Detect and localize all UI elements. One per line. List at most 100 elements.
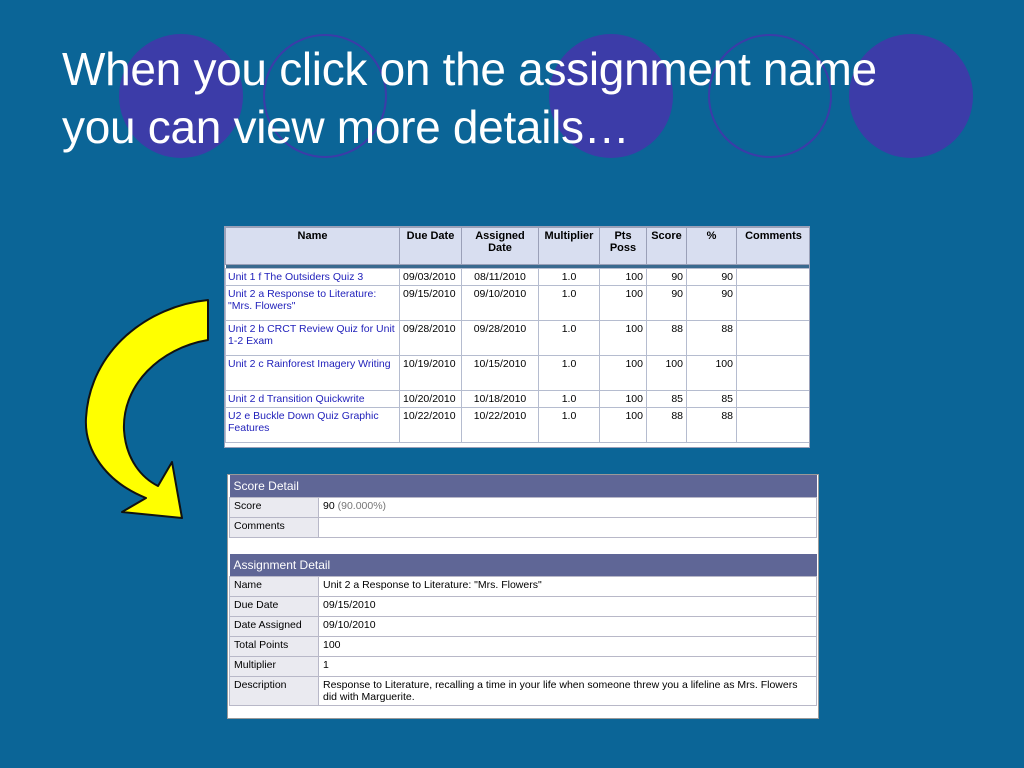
col-header-pts-line-2: Poss <box>609 242 637 254</box>
score-value: 90 <box>323 500 335 512</box>
due-date-cell: 10/20/2010 <box>399 390 462 408</box>
due-date-cell: 10/19/2010 <box>399 355 462 391</box>
score-cell: 90 <box>646 268 687 286</box>
detail-row-name: Name Unit 2 a Response to Literature: "M… <box>229 576 817 597</box>
score-percent: (90.000%) <box>337 500 387 512</box>
assignment-detail-header-row: Assignment Detail <box>229 554 817 577</box>
pts-poss-cell: 100 <box>599 407 647 443</box>
detail-label: Description <box>229 676 319 706</box>
detail-label: Multiplier <box>229 656 319 677</box>
detail-value: 1 <box>318 656 817 677</box>
comments-cell <box>736 268 809 286</box>
multiplier-cell: 1.0 <box>538 320 600 356</box>
pts-poss-cell: 100 <box>599 268 647 286</box>
score-label: Score <box>229 497 319 518</box>
score-detail-heading: Score Detail <box>229 475 817 498</box>
comments-value <box>318 517 817 538</box>
table-row: U2 e Buckle Down Quiz Graphic Features 1… <box>225 407 809 443</box>
curved-arrow-icon <box>84 299 209 519</box>
detail-value: Response to Literature, recalling a time… <box>318 676 817 706</box>
multiplier-cell: 1.0 <box>538 285 600 321</box>
percent-cell: 88 <box>686 407 737 443</box>
score-cell: 90 <box>646 285 687 321</box>
assigned-date-cell: 08/11/2010 <box>461 268 539 286</box>
grades-table-panel: Name Due Date Assigned Date Multiplier Pt… <box>224 226 810 448</box>
due-date-cell: 09/15/2010 <box>399 285 462 321</box>
col-header-assigned-line-2: Date <box>488 242 512 254</box>
col-header-due-date[interactable]: Due Date <box>399 227 462 265</box>
col-header-comments[interactable]: Comments <box>736 227 809 265</box>
pts-poss-cell: 100 <box>599 320 647 356</box>
multiplier-cell: 1.0 <box>538 355 600 391</box>
comments-cell <box>736 355 809 391</box>
score-cell: 88 <box>646 320 687 356</box>
pts-poss-cell: 100 <box>599 355 647 391</box>
assignment-name-link[interactable]: U2 e Buckle Down Quiz Graphic Features <box>225 407 400 443</box>
percent-cell: 85 <box>686 390 737 408</box>
comments-cell <box>736 390 809 408</box>
table-row: Unit 2 a Response to Literature: "Mrs. F… <box>225 285 809 321</box>
slide-title: When you click on the assignment name yo… <box>62 40 962 156</box>
multiplier-cell: 1.0 <box>538 407 600 443</box>
score-detail-table: Score Detail Score 90 (90.000%) Comments <box>229 475 817 538</box>
assignment-name-link[interactable]: Unit 2 d Transition Quickwrite <box>225 390 400 408</box>
assignment-name-link[interactable]: Unit 2 a Response to Literature: "Mrs. F… <box>225 285 400 321</box>
detail-value: 09/10/2010 <box>318 616 817 637</box>
slide-title-line-2: you can view more details… <box>62 101 630 153</box>
grades-table: Name Due Date Assigned Date Multiplier Pt… <box>225 227 809 443</box>
col-header-pts-line-1: Pts <box>614 230 632 242</box>
score-cell: 88 <box>646 407 687 443</box>
multiplier-cell: 1.0 <box>538 390 600 408</box>
comments-cell <box>736 285 809 321</box>
col-header-assigned-date[interactable]: Assigned Date <box>461 227 539 265</box>
grades-table-header: Name Due Date Assigned Date Multiplier Pt… <box>225 227 809 265</box>
comments-label: Comments <box>229 517 319 538</box>
score-row: Score 90 (90.000%) <box>229 497 817 518</box>
detail-row-multiplier: Multiplier 1 <box>229 656 817 677</box>
table-row: Unit 2 d Transition Quickwrite 10/20/201… <box>225 390 809 408</box>
score-cell: 100 <box>646 355 687 391</box>
assigned-date-cell: 10/15/2010 <box>461 355 539 391</box>
due-date-cell: 09/03/2010 <box>399 268 462 286</box>
percent-cell: 90 <box>686 268 737 286</box>
comments-cell <box>736 407 809 443</box>
comments-cell <box>736 320 809 356</box>
table-row: Unit 1 f The Outsiders Quiz 3 09/03/2010… <box>225 268 809 286</box>
detail-row-date-assigned: Date Assigned 09/10/2010 <box>229 616 817 637</box>
table-row: Unit 2 c Rainforest Imagery Writing 10/1… <box>225 355 809 391</box>
comments-row: Comments <box>229 517 817 538</box>
assigned-date-cell: 09/28/2010 <box>461 320 539 356</box>
detail-value: Unit 2 a Response to Literature: "Mrs. F… <box>318 576 817 597</box>
detail-value: 09/15/2010 <box>318 596 817 617</box>
detail-value: 100 <box>318 636 817 657</box>
col-header-name[interactable]: Name <box>225 227 400 265</box>
assignment-name-link[interactable]: Unit 1 f The Outsiders Quiz 3 <box>225 268 400 286</box>
col-header-multiplier[interactable]: Multiplier <box>538 227 600 265</box>
slide-title-line-1: When you click on the assignment name <box>62 43 877 95</box>
assigned-date-cell: 09/10/2010 <box>461 285 539 321</box>
table-row: Unit 2 b CRCT Review Quiz for Unit 1-2 E… <box>225 320 809 356</box>
assigned-date-cell: 10/22/2010 <box>461 407 539 443</box>
due-date-cell: 10/22/2010 <box>399 407 462 443</box>
due-date-cell: 09/28/2010 <box>399 320 462 356</box>
col-header-pts-poss[interactable]: Pts Poss <box>599 227 647 265</box>
score-detail-header-row: Score Detail <box>229 475 817 498</box>
col-header-score[interactable]: Score <box>646 227 687 265</box>
percent-cell: 88 <box>686 320 737 356</box>
detail-row-due-date: Due Date 09/15/2010 <box>229 596 817 617</box>
assignment-detail-panel: Score Detail Score 90 (90.000%) Comments… <box>227 474 819 719</box>
detail-label: Name <box>229 576 319 597</box>
pts-poss-cell: 100 <box>599 285 647 321</box>
detail-label: Due Date <box>229 596 319 617</box>
score-cell: 85 <box>646 390 687 408</box>
col-header-percent[interactable]: % <box>686 227 737 265</box>
detail-row-description: Description Response to Literature, reca… <box>229 676 817 706</box>
assignment-name-link[interactable]: Unit 2 c Rainforest Imagery Writing <box>225 355 400 391</box>
assignment-name-link[interactable]: Unit 2 b CRCT Review Quiz for Unit 1-2 E… <box>225 320 400 356</box>
detail-label: Date Assigned <box>229 616 319 637</box>
detail-row-total-points: Total Points 100 <box>229 636 817 657</box>
assigned-date-cell: 10/18/2010 <box>461 390 539 408</box>
percent-cell: 90 <box>686 285 737 321</box>
detail-label: Total Points <box>229 636 319 657</box>
